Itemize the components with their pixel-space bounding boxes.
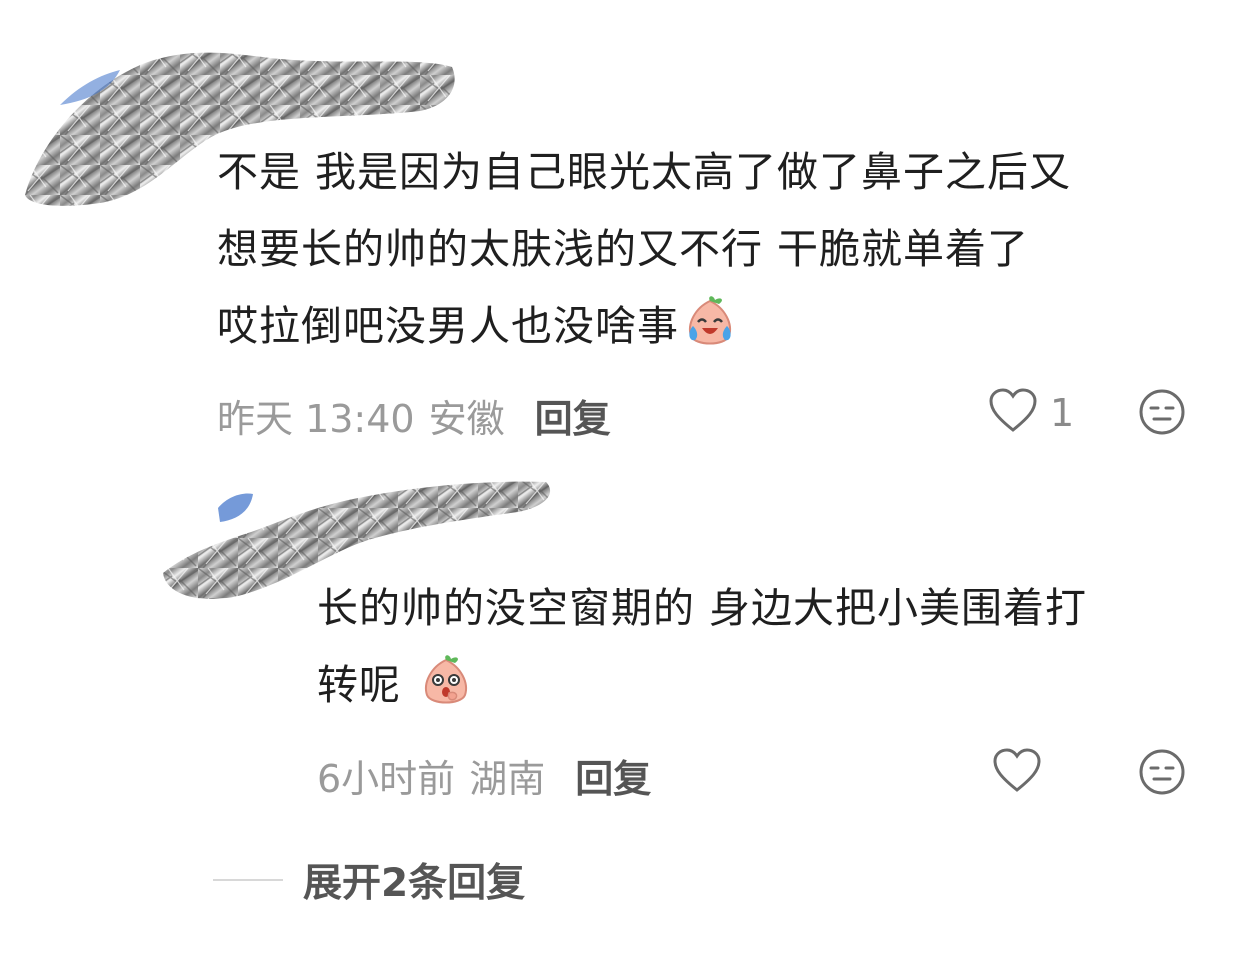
laugh-cry-peach-icon bbox=[683, 296, 737, 375]
comment-time: 昨天 13:40 bbox=[217, 397, 415, 441]
comment-time: 6小时前 bbox=[317, 757, 456, 801]
divider-line bbox=[213, 879, 283, 881]
expand-replies-button[interactable]: 展开2条回复 bbox=[213, 852, 525, 908]
heart-icon bbox=[988, 388, 1038, 438]
comment-text: 不是 我是因为自己眼光太高了做了鼻子之后又 想要长的帅的太肤浅的又不行 干脆就单… bbox=[217, 134, 1071, 375]
reply-button[interactable]: 回复 bbox=[575, 748, 651, 803]
comment-line: 不是 我是因为自己眼光太高了做了鼻子之后又 bbox=[217, 148, 1072, 196]
comment-text: 长的帅的没空窗期的 身边大把小美围着打 转呢 bbox=[317, 570, 1087, 734]
comment-location: 湖南 bbox=[469, 757, 546, 801]
neutral-face-icon bbox=[1138, 388, 1186, 440]
shocked-peach-icon bbox=[419, 655, 473, 734]
comment-line: 想要长的帅的太肤浅的又不行 干脆就单着了 bbox=[217, 225, 1030, 273]
like-button[interactable] bbox=[992, 748, 1042, 798]
dislike-button[interactable] bbox=[1138, 388, 1186, 440]
comment-line: 哎拉倒吧没男人也没啥事 bbox=[217, 288, 1071, 375]
like-button[interactable]: 1 bbox=[988, 388, 1074, 438]
comment-line: 转呢 bbox=[317, 647, 1087, 734]
neutral-face-icon bbox=[1138, 748, 1186, 800]
heart-icon bbox=[992, 748, 1042, 798]
comment-meta: 昨天 13:40 安徽 回复 bbox=[217, 388, 611, 443]
comment-line: 长的帅的没空窗期的 身边大把小美围着打 bbox=[317, 584, 1088, 632]
comment-location: 安徽 bbox=[428, 397, 505, 441]
like-count: 1 bbox=[1050, 391, 1075, 435]
comment-meta: 6小时前 湖南 回复 bbox=[317, 748, 651, 803]
reply-button[interactable]: 回复 bbox=[535, 388, 611, 443]
expand-replies-label: 展开2条回复 bbox=[303, 861, 526, 906]
dislike-button[interactable] bbox=[1138, 748, 1186, 800]
